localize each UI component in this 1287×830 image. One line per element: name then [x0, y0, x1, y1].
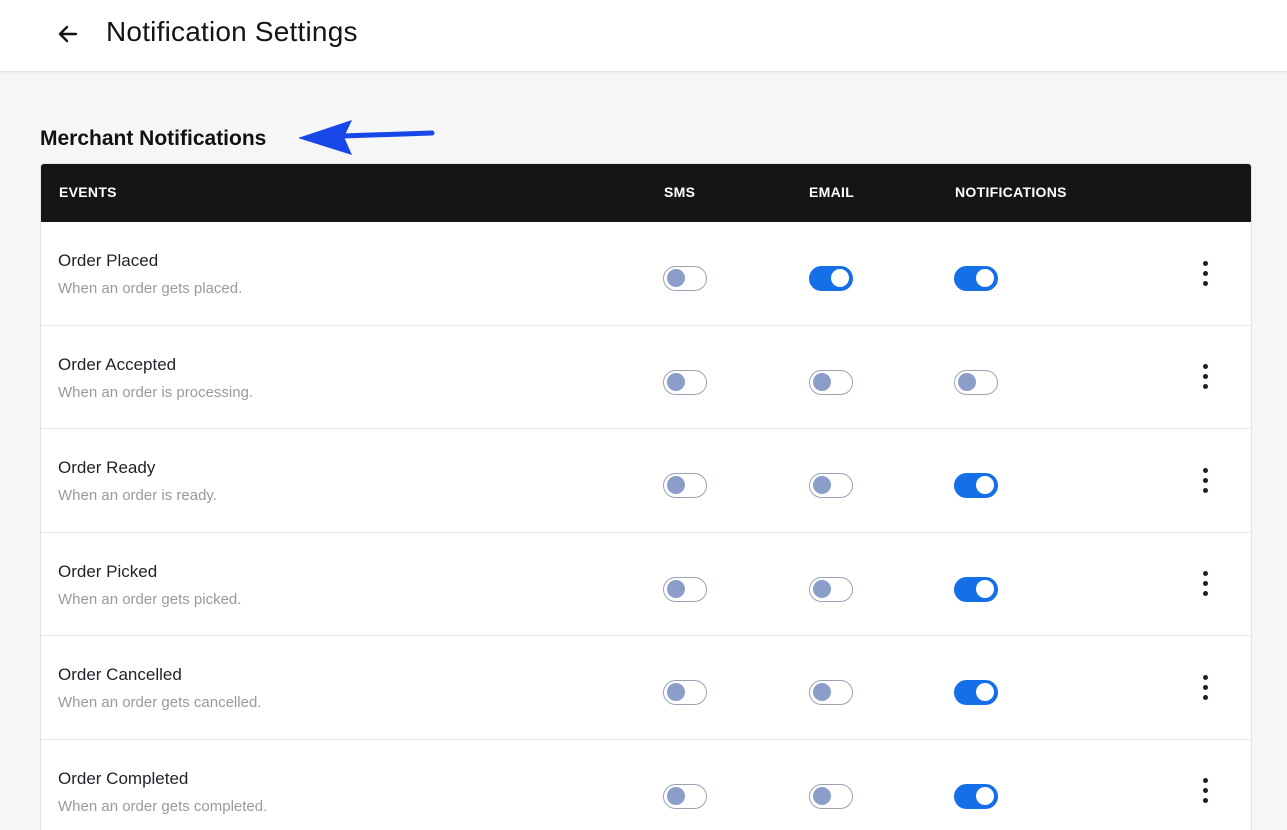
sms-toggle[interactable] — [663, 783, 707, 809]
event-description: When an order is ready. — [58, 487, 217, 505]
email-toggle[interactable] — [809, 783, 853, 809]
kebab-menu-icon[interactable] — [1193, 463, 1217, 497]
toggle-knob — [976, 683, 994, 702]
toggle-knob — [813, 683, 831, 702]
column-header-sms: SMS — [664, 184, 696, 200]
kebab-menu-icon[interactable] — [1193, 774, 1217, 808]
kebab-menu-icon[interactable] — [1193, 256, 1217, 290]
sms-toggle[interactable] — [663, 473, 707, 499]
toggle-knob — [831, 269, 849, 287]
toggle-knob — [667, 579, 685, 598]
event-description: When an order gets placed. — [58, 280, 243, 297]
notifications-toggle[interactable] — [954, 473, 998, 499]
toggle-knob — [976, 476, 994, 495]
table-row: Order Completed When an order gets compl… — [41, 739, 1251, 830]
notifications-toggle[interactable] — [954, 576, 998, 602]
sms-toggle[interactable] — [663, 576, 707, 602]
toggle-knob — [976, 786, 994, 805]
toggle-knob — [813, 786, 831, 805]
column-header-email: EMAIL — [809, 184, 855, 200]
email-toggle[interactable] — [809, 576, 853, 602]
table-row: Order Placed When an order gets placed. — [41, 222, 1251, 326]
toggle-knob — [667, 372, 685, 391]
event-name: Order Completed — [58, 768, 189, 788]
event-description: When an order gets cancelled. — [58, 694, 262, 712]
kebab-menu-icon[interactable] — [1193, 360, 1217, 394]
notifications-toggle[interactable] — [954, 266, 998, 291]
column-header-notifications: NOTIFICATIONS — [955, 184, 1067, 200]
table-row: Order Accepted When an order is processi… — [41, 325, 1251, 430]
sms-toggle[interactable] — [663, 369, 707, 395]
arrow-left-icon — [58, 25, 78, 43]
table-row: Order Cancelled When an order gets cance… — [41, 636, 1251, 740]
event-description: When an order is processing. — [58, 383, 254, 401]
top-bar: Notification Settings — [0, 0, 1287, 72]
toggle-knob — [958, 372, 976, 391]
event-name: Order Placed — [58, 251, 159, 270]
event-name: Order Cancelled — [58, 665, 182, 685]
annotation-arrow-icon — [298, 120, 435, 155]
sms-toggle[interactable] — [663, 266, 707, 291]
kebab-menu-icon[interactable] — [1193, 567, 1217, 601]
event-name: Order Ready — [58, 458, 156, 478]
back-button[interactable] — [50, 16, 86, 52]
toggle-knob — [667, 683, 685, 702]
event-name: Order Picked — [58, 561, 158, 581]
table-row: Order Picked When an order gets picked. — [41, 532, 1251, 637]
toggle-knob — [813, 579, 831, 598]
toggle-knob — [813, 476, 831, 495]
toggle-knob — [667, 786, 685, 805]
event-description: When an order gets completed. — [58, 797, 268, 815]
email-toggle[interactable] — [809, 266, 853, 291]
notifications-toggle[interactable] — [954, 680, 998, 706]
toggle-knob — [667, 269, 685, 287]
sms-toggle[interactable] — [663, 680, 707, 706]
email-toggle[interactable] — [809, 369, 853, 395]
event-name: Order Accepted — [58, 354, 177, 374]
toggle-knob — [813, 372, 831, 391]
column-header-events: EVENTS — [59, 184, 117, 200]
table-row: Order Ready When an order is ready. — [41, 429, 1251, 533]
toggle-knob — [976, 579, 994, 598]
event-description: When an order gets picked. — [58, 590, 242, 608]
kebab-menu-icon[interactable] — [1193, 670, 1217, 704]
table-header: EVENTS SMS EMAIL NOTIFICATIONS — [41, 164, 1251, 222]
email-toggle[interactable] — [809, 473, 853, 499]
toggle-knob — [667, 476, 685, 495]
page-title: Notification Settings — [106, 16, 358, 47]
notifications-toggle[interactable] — [954, 369, 998, 395]
notifications-table: EVENTS SMS EMAIL NOTIFICATIONS Order Pla… — [40, 163, 1252, 830]
email-toggle[interactable] — [809, 680, 853, 706]
section-title: Merchant Notifications — [40, 127, 267, 150]
notifications-toggle[interactable] — [954, 783, 998, 809]
toggle-knob — [976, 269, 994, 287]
